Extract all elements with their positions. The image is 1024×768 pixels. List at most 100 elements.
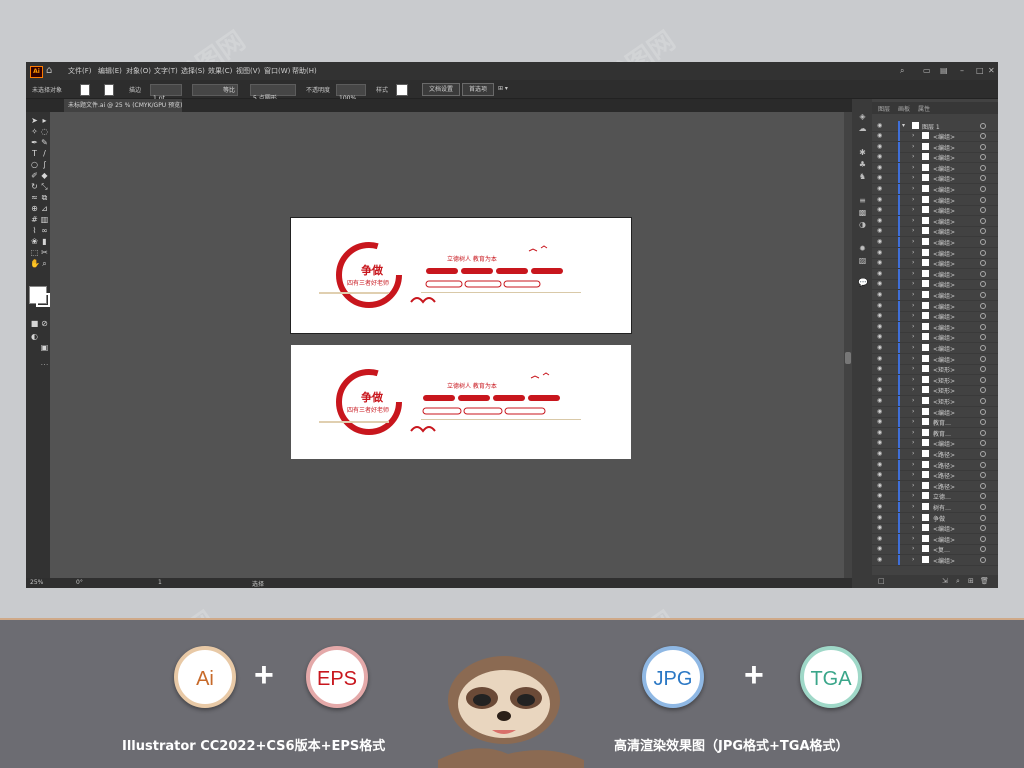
- layer-row[interactable]: ◉ › <矩形>: [872, 396, 998, 407]
- graph-tool-icon[interactable]: ▮: [40, 237, 49, 246]
- visibility-eye-icon[interactable]: ◉: [877, 556, 882, 563]
- target-icon[interactable]: [980, 419, 986, 426]
- expand-arrow-icon[interactable]: ›: [912, 302, 914, 309]
- shaper-icon[interactable]: ✐: [30, 171, 39, 180]
- expand-arrow-icon[interactable]: ›: [912, 514, 914, 521]
- expand-arrow-icon[interactable]: ›: [912, 503, 914, 510]
- target-icon[interactable]: [980, 546, 986, 553]
- draw-mode-icon[interactable]: ◐: [30, 332, 39, 341]
- menu-object[interactable]: 对象(O): [126, 66, 151, 76]
- visibility-eye-icon[interactable]: ◉: [877, 164, 882, 171]
- target-icon[interactable]: [980, 228, 986, 235]
- target-icon[interactable]: [980, 239, 986, 245]
- expand-arrow-icon[interactable]: ›: [912, 153, 914, 160]
- default-colors-icon[interactable]: ■: [30, 319, 39, 328]
- layer-name[interactable]: <编组>: [933, 238, 955, 247]
- scale-icon[interactable]: ⤡: [40, 182, 49, 191]
- new-layer-icon[interactable]: ⊞: [968, 577, 974, 585]
- eyedropper-icon[interactable]: ⌇: [30, 226, 39, 235]
- layer-row[interactable]: ◉ › <矩形>: [872, 385, 998, 397]
- more-tools-icon[interactable]: …: [40, 358, 49, 367]
- target-icon[interactable]: [980, 334, 986, 341]
- layer-name[interactable]: <编组>: [933, 333, 955, 342]
- stroke-weight-field[interactable]: 1 pt: [150, 84, 182, 102]
- expand-arrow-icon[interactable]: ›: [912, 238, 914, 245]
- expand-arrow-icon[interactable]: ›: [912, 312, 914, 319]
- layer-name[interactable]: <编组>: [933, 164, 955, 173]
- expand-arrow-icon[interactable]: ›: [912, 196, 914, 203]
- visibility-eye-icon[interactable]: ◉: [877, 217, 882, 224]
- target-icon[interactable]: [980, 398, 986, 404]
- menu-window[interactable]: 窗口(W): [264, 66, 290, 76]
- stroke-panel-icon[interactable]: ≡: [858, 196, 867, 205]
- layer-row[interactable]: ◉ › <编组>: [872, 332, 998, 344]
- layer-row[interactable]: ◉ › <路径>: [872, 459, 998, 471]
- layer-name[interactable]: <编组>: [933, 185, 955, 194]
- perspective-icon[interactable]: ⊿: [40, 204, 49, 213]
- document-setup-button[interactable]: 文档设置: [422, 83, 460, 96]
- comments-panel-icon[interactable]: 💬: [858, 278, 868, 287]
- pen-tool-icon[interactable]: ✒: [30, 138, 39, 147]
- zoom-level[interactable]: 25%: [30, 579, 43, 586]
- visibility-eye-icon[interactable]: ◉: [877, 439, 882, 446]
- visibility-eye-icon[interactable]: ◉: [877, 524, 882, 531]
- visibility-eye-icon[interactable]: ◉: [877, 365, 882, 372]
- layer-name[interactable]: <路径>: [933, 461, 955, 470]
- target-icon[interactable]: [980, 313, 986, 320]
- expand-arrow-icon[interactable]: ›: [912, 408, 914, 415]
- target-icon[interactable]: [980, 461, 986, 468]
- layer-name[interactable]: <编组>: [933, 312, 955, 321]
- arrange-docs-icon[interactable]: ⊞ ▾: [498, 85, 508, 92]
- maximize-icon[interactable]: □: [976, 66, 984, 75]
- visibility-eye-icon[interactable]: ◉: [877, 492, 882, 499]
- visibility-eye-icon[interactable]: ◉: [877, 397, 882, 404]
- target-icon[interactable]: [980, 164, 986, 171]
- layer-name[interactable]: <编组>: [933, 153, 955, 162]
- magic-wand-icon[interactable]: ✧: [30, 127, 39, 136]
- visibility-eye-icon[interactable]: ◉: [877, 185, 882, 192]
- layer-row[interactable]: ◉ › 争做: [872, 512, 998, 524]
- visibility-eye-icon[interactable]: ◉: [877, 280, 882, 287]
- curvature-icon[interactable]: ✎: [40, 138, 49, 147]
- layer-row[interactable]: ◉ › <矩形>: [872, 364, 998, 376]
- shape-builder-icon[interactable]: ⊕: [30, 204, 39, 213]
- layer-row[interactable]: ◉ › <编组>: [872, 173, 998, 185]
- visibility-eye-icon[interactable]: ◉: [877, 206, 882, 213]
- visibility-eye-icon[interactable]: ◉: [877, 270, 882, 277]
- layer-row[interactable]: ◉ › <编组>: [872, 194, 998, 206]
- layer-name[interactable]: 争做: [933, 514, 945, 523]
- minimize-icon[interactable]: –: [960, 66, 964, 75]
- page-number[interactable]: 1: [158, 579, 162, 586]
- target-icon[interactable]: [980, 387, 986, 394]
- layer-row[interactable]: ◉ › <路径>: [872, 470, 998, 482]
- expand-arrow-icon[interactable]: ›: [912, 355, 914, 362]
- expand-arrow-icon[interactable]: ›: [912, 397, 914, 404]
- layer-name[interactable]: <编组>: [933, 280, 955, 289]
- layer-row[interactable]: ◉ › <编组>: [872, 141, 998, 153]
- visibility-eye-icon[interactable]: ◉: [877, 333, 882, 340]
- home-icon[interactable]: ⌂: [46, 65, 52, 76]
- layer-name[interactable]: <编组>: [933, 556, 955, 565]
- expand-arrow-icon[interactable]: ›: [912, 270, 914, 277]
- layer-name[interactable]: <路径>: [933, 450, 955, 459]
- rotation-value[interactable]: 0°: [76, 579, 83, 586]
- layer-row[interactable]: ◉ › 树有…: [872, 502, 998, 513]
- lasso-icon[interactable]: ◌: [40, 127, 49, 136]
- expand-arrow-icon[interactable]: ›: [912, 450, 914, 457]
- artboard-1[interactable]: 争做 四有三者好老师 立德树人 教育为本: [290, 217, 632, 334]
- layer-name[interactable]: <编组>: [933, 323, 955, 332]
- expand-arrow-icon[interactable]: ›: [912, 280, 914, 287]
- visibility-eye-icon[interactable]: ◉: [877, 227, 882, 234]
- visibility-eye-icon[interactable]: ◉: [877, 418, 882, 425]
- type-tool-icon[interactable]: T: [30, 149, 39, 158]
- layer-name[interactable]: <编组>: [933, 302, 955, 311]
- expand-arrow-icon[interactable]: ›: [912, 471, 914, 478]
- target-icon[interactable]: [980, 270, 986, 277]
- stroke-profile[interactable]: 等比: [192, 84, 238, 96]
- visibility-eye-icon[interactable]: ◉: [877, 503, 882, 510]
- layer-name[interactable]: <路径>: [933, 471, 955, 480]
- expand-arrow-icon[interactable]: ▾: [902, 122, 905, 129]
- target-icon[interactable]: [980, 143, 986, 150]
- target-icon[interactable]: [980, 186, 986, 192]
- layer-name[interactable]: <矩形>: [933, 365, 955, 374]
